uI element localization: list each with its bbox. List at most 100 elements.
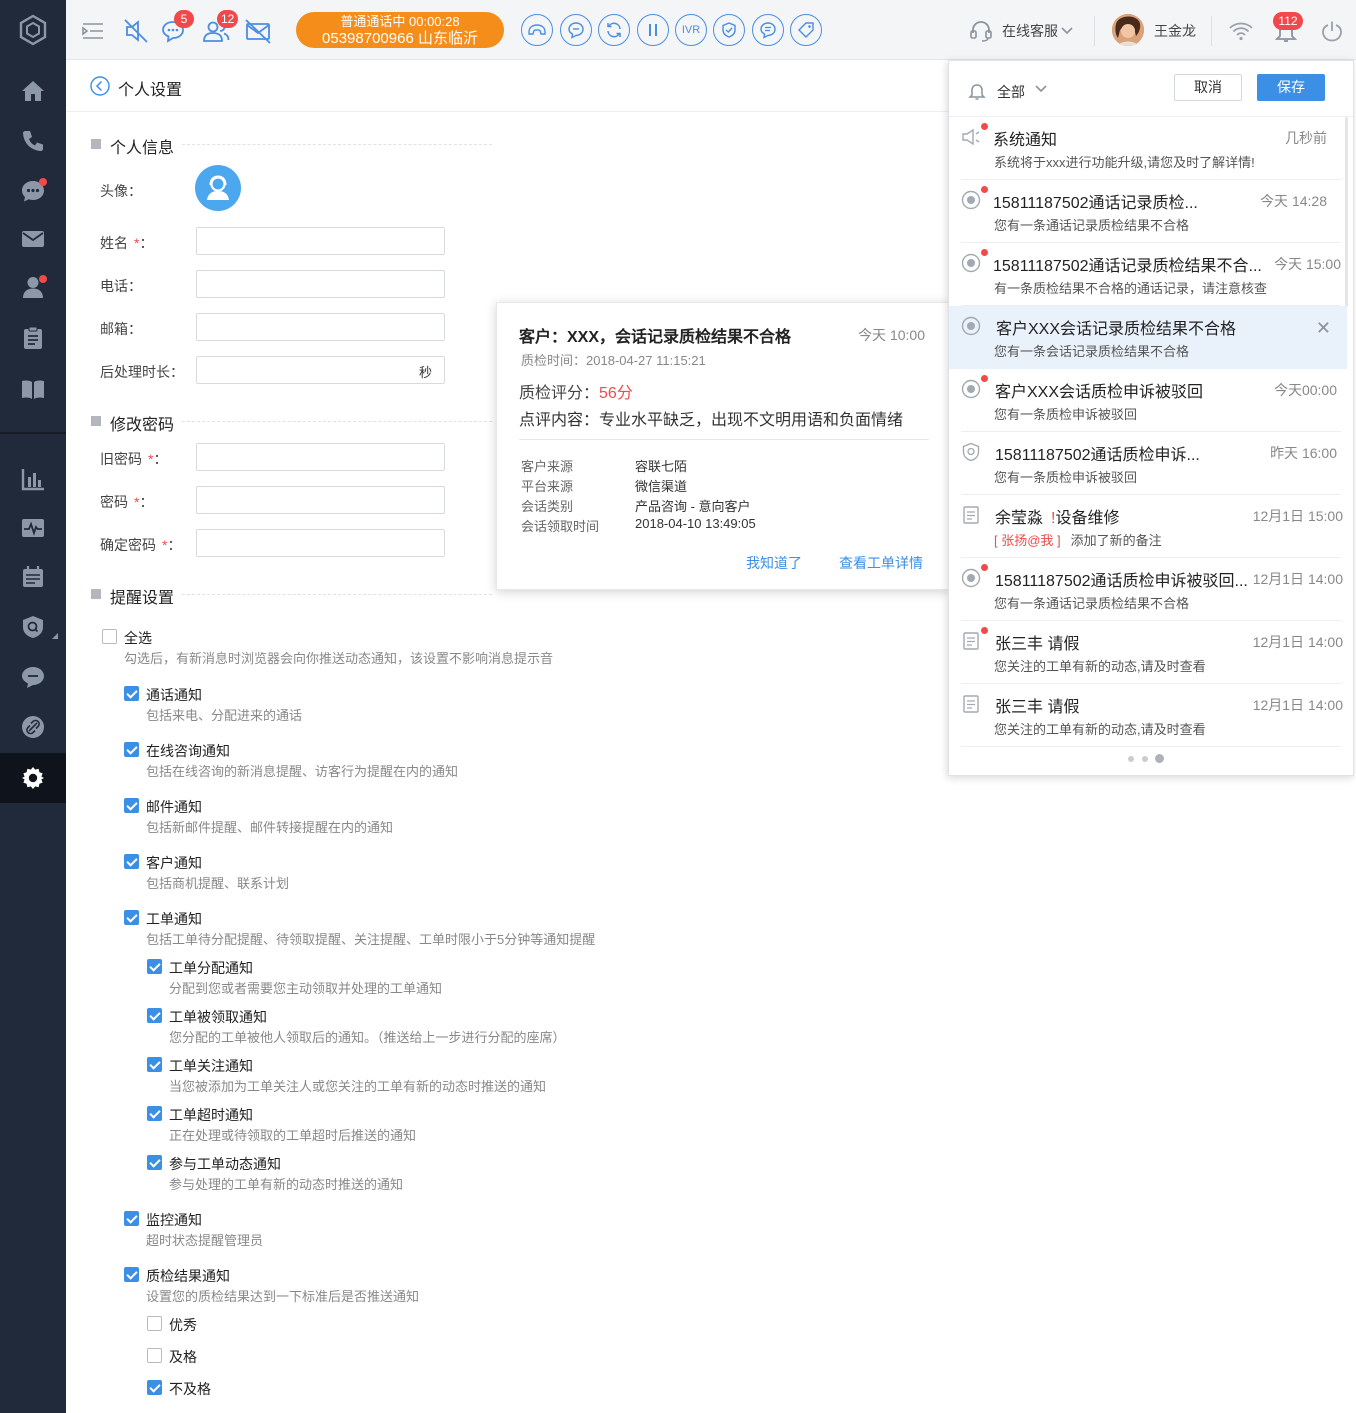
select-all-label[interactable]: 全选 — [124, 628, 152, 648]
quality-fail-checkbox[interactable] — [147, 1380, 162, 1395]
call-status-pill[interactable]: 普通通话中 00:00:28 05398700966 山东临沂 — [296, 12, 504, 48]
ticket-assign-checkbox[interactable] — [147, 959, 162, 974]
popup-title: 客户：XXX，会话记录质检结果不合格 — [519, 329, 792, 346]
sidebar-item-customers[interactable] — [0, 262, 66, 312]
ticket-activity-checkbox[interactable] — [147, 1155, 162, 1170]
confirm-password-input[interactable] — [196, 529, 445, 557]
name-input[interactable] — [196, 227, 445, 255]
sms-button[interactable] — [752, 14, 784, 46]
checkbox-label[interactable]: 邮件通知 — [146, 797, 202, 817]
checkbox-label[interactable]: 工单关注通知 — [169, 1056, 253, 1076]
cancel-button[interactable]: 取消 — [1174, 74, 1242, 101]
notification-item[interactable]: 15811187502通话记录质检结果不合... 今天 15:00 有一条质检结… — [949, 243, 1347, 306]
sidebar-item-settings[interactable] — [0, 753, 66, 803]
notification-item[interactable]: 15811187502通话记录质检... 今天 14:28 您有一条通话记录质检… — [949, 180, 1347, 243]
sidebar-item-schedule[interactable] — [0, 552, 66, 602]
evaluate-button[interactable] — [713, 14, 745, 46]
close-icon[interactable]: ✕ — [1316, 318, 1331, 339]
save-button[interactable]: 保存 — [1257, 74, 1325, 101]
transfer-button[interactable] — [598, 14, 630, 46]
after-call-input[interactable]: 秒 — [196, 356, 445, 384]
chevron-down-icon[interactable] — [1061, 27, 1073, 35]
chevron-down-icon[interactable] — [1035, 85, 1047, 93]
phone-input[interactable] — [196, 270, 445, 298]
customer-notify-checkbox[interactable] — [124, 854, 139, 869]
checkbox-label[interactable]: 优秀 — [169, 1315, 197, 1335]
checkbox-label[interactable]: 工单被领取通知 — [169, 1007, 267, 1027]
mail-notify-checkbox[interactable] — [124, 798, 139, 813]
old-password-input[interactable] — [196, 443, 445, 471]
ticket-notify-checkbox[interactable] — [124, 910, 139, 925]
checkbox-label[interactable]: 在线咨询通知 — [146, 741, 230, 761]
sidebar-item-tickets[interactable] — [0, 313, 66, 363]
profile-avatar[interactable] — [195, 165, 241, 211]
checkbox-label[interactable]: 参与工单动态通知 — [169, 1154, 281, 1174]
chat-notification-icon[interactable]: 5 — [158, 10, 194, 46]
notification-item[interactable]: 张三丰 请假 12月1日 14:00 您关注的工单有新的动态,请及时查看 — [949, 684, 1347, 747]
monitor-notify-checkbox[interactable] — [124, 1211, 139, 1226]
pagination-dot[interactable] — [1142, 756, 1148, 762]
ticket-timeout-checkbox[interactable] — [147, 1106, 162, 1121]
notification-item[interactable]: 15811187502通话质检申诉被驳回... 12月1日 14:00 您有一条… — [949, 558, 1347, 621]
sidebar-item-calls[interactable] — [0, 116, 66, 166]
tag-button[interactable] — [790, 14, 822, 46]
checkbox-label[interactable]: 监控通知 — [146, 1210, 202, 1230]
collapse-menu-icon[interactable] — [78, 16, 108, 46]
pagination-dot[interactable] — [1128, 756, 1134, 762]
notification-item[interactable]: 客户XXX会话质检申诉被驳回 今天00:00 您有一条质检申诉被驳回 — [949, 369, 1347, 432]
notification-filter[interactable]: 全部 — [997, 82, 1025, 102]
quality-pass-checkbox[interactable] — [147, 1348, 162, 1363]
sidebar-item-messages[interactable] — [0, 652, 66, 702]
logo-icon[interactable] — [0, 0, 66, 60]
email-input[interactable] — [196, 313, 445, 341]
checkbox-label[interactable]: 质检结果通知 — [146, 1266, 230, 1286]
bell-icon[interactable]: 112 — [1271, 12, 1303, 46]
power-icon[interactable] — [1317, 16, 1347, 46]
call-notify-checkbox[interactable] — [124, 686, 139, 701]
checkbox-label[interactable]: 不及格 — [169, 1379, 211, 1399]
mute-icon[interactable] — [121, 16, 151, 46]
ticket-claimed-checkbox[interactable] — [147, 1008, 162, 1023]
ivr-button[interactable]: IVR — [675, 14, 707, 46]
sidebar-item-monitor[interactable] — [0, 503, 66, 553]
notification-item[interactable]: 系统通知 几秒前 系统将于xxx进行功能升级,请您及时了解详情! — [949, 117, 1347, 180]
sidebar-item-chat[interactable] — [0, 166, 66, 216]
checkbox-label[interactable]: 客户通知 — [146, 853, 202, 873]
notification-item[interactable]: 15811187502通话质检申诉... 昨天 16:00 您有一条质检申诉被驳… — [949, 432, 1347, 495]
checkbox-label[interactable]: 工单超时通知 — [169, 1105, 253, 1125]
sidebar-item-integrations[interactable] — [0, 702, 66, 752]
select-all-checkbox[interactable] — [102, 629, 117, 644]
checkbox-label[interactable]: 及格 — [169, 1347, 197, 1367]
quality-excellent-checkbox[interactable] — [147, 1316, 162, 1331]
view-ticket-link[interactable]: 查看工单详情 — [839, 553, 923, 573]
new-password-input[interactable] — [196, 486, 445, 514]
back-icon[interactable] — [90, 76, 110, 96]
online-consult-checkbox[interactable] — [124, 742, 139, 757]
pagination-dot-active[interactable] — [1155, 754, 1164, 763]
popup-score: 质检评分：56分 — [519, 385, 633, 402]
sidebar-item-mail[interactable] — [0, 214, 66, 264]
hold-button[interactable] — [637, 14, 669, 46]
ticket-follow-checkbox[interactable] — [147, 1057, 162, 1072]
quality-notify-checkbox[interactable] — [124, 1267, 139, 1282]
contacts-icon[interactable]: 12 — [201, 10, 239, 46]
user-name[interactable]: 王金龙 — [1154, 21, 1196, 41]
notification-item[interactable]: 余莹淼 !设备维修 12月1日 15:00 [ 张扬@我 ] 添加了新的备注 — [949, 495, 1347, 558]
hangup-button[interactable] — [521, 14, 553, 46]
headset-icon[interactable] — [966, 16, 996, 46]
checkbox-label[interactable]: 通话通知 — [146, 685, 202, 705]
mail-off-icon[interactable] — [243, 16, 273, 46]
sidebar-item-knowledge[interactable] — [0, 364, 66, 414]
notification-item[interactable]: 张三丰 请假 12月1日 14:00 您关注的工单有新的动态,请及时查看 — [949, 621, 1347, 684]
checkbox-label[interactable]: 工单通知 — [146, 909, 202, 929]
sidebar-item-quality[interactable] — [0, 602, 66, 652]
avatar[interactable] — [1112, 14, 1144, 46]
service-mode-select[interactable]: 在线客服 — [1002, 21, 1058, 41]
sidebar-item-home[interactable] — [0, 66, 66, 116]
section-title-profile: 个人信息 — [90, 134, 174, 158]
checkbox-label[interactable]: 工单分配通知 — [169, 958, 253, 978]
consult-button[interactable] — [560, 14, 592, 46]
notification-item[interactable]: 客户XXX会话记录质检结果不合格 ✕ 您有一条会话记录质检结果不合格 — [949, 306, 1347, 369]
sidebar-item-reports[interactable] — [0, 454, 66, 504]
acknowledge-link[interactable]: 我知道了 — [746, 553, 802, 573]
